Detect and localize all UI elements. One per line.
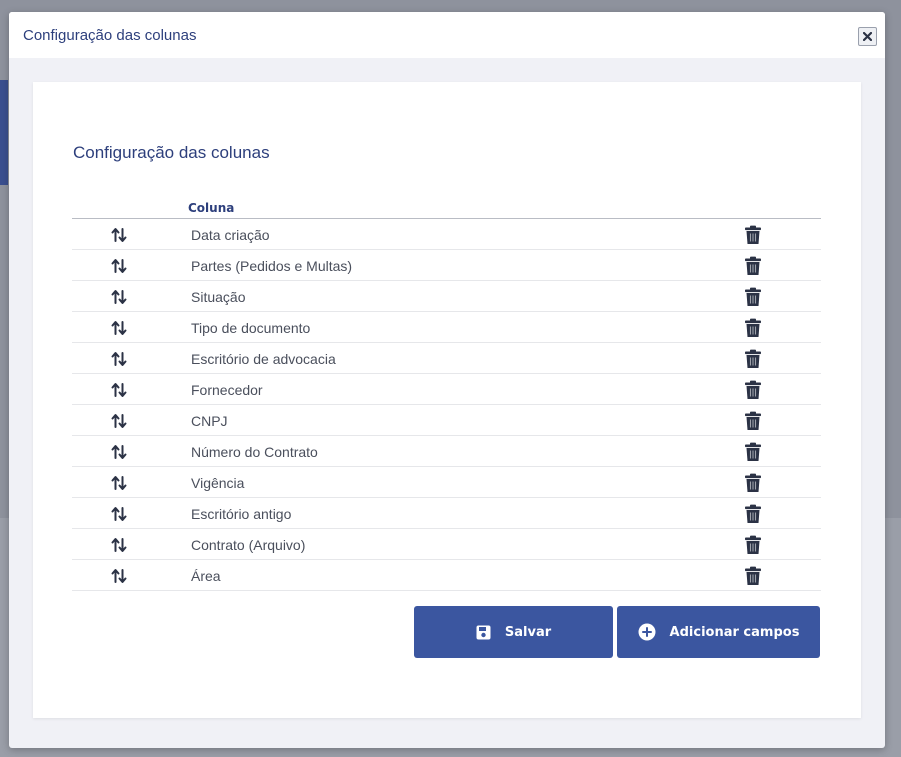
column-name: Partes (Pedidos e Multas) bbox=[191, 258, 353, 274]
column-name: Área bbox=[191, 568, 221, 584]
table-header: Coluna bbox=[72, 197, 821, 219]
table-row: Partes (Pedidos e Multas) bbox=[72, 250, 821, 281]
column-name: Fornecedor bbox=[191, 382, 263, 398]
table-row: Área bbox=[72, 560, 821, 591]
config-card: Configuração das colunas Coluna Data cri… bbox=[33, 82, 861, 718]
trash-icon[interactable] bbox=[744, 287, 762, 307]
table-row: Escritório de advocacia bbox=[72, 343, 821, 374]
modal-header: Configuração das colunas bbox=[9, 12, 885, 58]
close-button[interactable] bbox=[858, 27, 877, 46]
sort-handle-icon[interactable] bbox=[111, 227, 127, 243]
table-row: CNPJ bbox=[72, 405, 821, 436]
sort-handle-icon[interactable] bbox=[111, 258, 127, 274]
column-name: Situação bbox=[191, 289, 246, 305]
add-fields-button[interactable]: Adicionar campos bbox=[617, 606, 820, 658]
table-row: Data criação bbox=[72, 219, 821, 250]
save-button[interactable]: Salvar bbox=[414, 606, 613, 658]
card-title: Configuração das colunas bbox=[73, 143, 270, 162]
sort-handle-icon[interactable] bbox=[111, 413, 127, 429]
column-name: Vigência bbox=[191, 475, 245, 491]
sort-handle-icon[interactable] bbox=[111, 289, 127, 305]
table-row: Vigência bbox=[72, 467, 821, 498]
column-header: Coluna bbox=[188, 201, 235, 215]
table-row: Contrato (Arquivo) bbox=[72, 529, 821, 560]
column-name: Escritório de advocacia bbox=[191, 351, 336, 367]
sort-handle-icon[interactable] bbox=[111, 382, 127, 398]
save-button-label: Salvar bbox=[504, 624, 552, 640]
columns-table: Coluna Data criação Partes (Pedidos e Mul… bbox=[72, 197, 821, 591]
trash-icon[interactable] bbox=[744, 442, 762, 462]
trash-icon[interactable] bbox=[744, 380, 762, 400]
trash-icon[interactable] bbox=[744, 566, 762, 586]
table-row: Fornecedor bbox=[72, 374, 821, 405]
plus-circle-icon bbox=[638, 623, 656, 641]
column-name: Tipo de documento bbox=[191, 320, 311, 336]
sort-handle-icon[interactable] bbox=[111, 320, 127, 336]
trash-icon[interactable] bbox=[744, 225, 762, 245]
sort-handle-icon[interactable] bbox=[111, 351, 127, 367]
column-config-modal: Configuração das colunas Configuração da… bbox=[9, 12, 885, 748]
column-name: Número do Contrato bbox=[191, 444, 318, 460]
column-name: Contrato (Arquivo) bbox=[191, 537, 306, 553]
add-fields-button-label: Adicionar campos bbox=[669, 624, 800, 640]
trash-icon[interactable] bbox=[744, 473, 762, 493]
table-row: Número do Contrato bbox=[72, 436, 821, 467]
floppy-disk-icon bbox=[476, 625, 491, 640]
column-name: CNPJ bbox=[191, 413, 228, 429]
column-name: Escritório antigo bbox=[191, 506, 292, 522]
sort-handle-icon[interactable] bbox=[111, 444, 127, 460]
sort-handle-icon[interactable] bbox=[111, 537, 127, 553]
trash-icon[interactable] bbox=[744, 411, 762, 431]
table-row: Situação bbox=[72, 281, 821, 312]
close-icon bbox=[863, 32, 872, 41]
modal-title: Configuração das colunas bbox=[23, 27, 197, 44]
trash-icon[interactable] bbox=[744, 349, 762, 369]
table-row: Tipo de documento bbox=[72, 312, 821, 343]
sort-handle-icon[interactable] bbox=[111, 506, 127, 522]
background-sidebar-fragment bbox=[0, 80, 8, 185]
sort-handle-icon[interactable] bbox=[111, 568, 127, 584]
trash-icon[interactable] bbox=[744, 318, 762, 338]
trash-icon[interactable] bbox=[744, 504, 762, 524]
trash-icon[interactable] bbox=[744, 256, 762, 276]
table-row: Escritório antigo bbox=[72, 498, 821, 529]
table-body: Data criação Partes (Pedidos e Multas) Sit… bbox=[72, 219, 821, 591]
column-name: Data criação bbox=[191, 227, 270, 243]
sort-handle-icon[interactable] bbox=[111, 475, 127, 491]
trash-icon[interactable] bbox=[744, 535, 762, 555]
